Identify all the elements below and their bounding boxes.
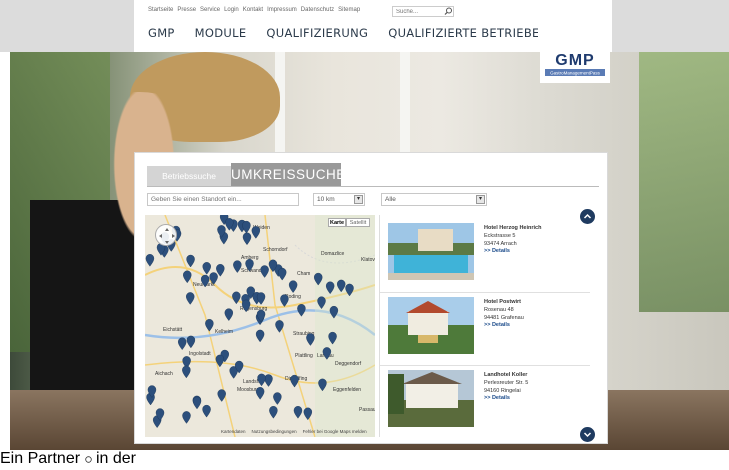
divider (380, 365, 590, 366)
pan-arrows-icon (159, 228, 175, 244)
map-city-label: Aichach (155, 371, 173, 377)
search-panel: Betriebssuche UMKREISSUCHE 10 km ▾ Alle … (134, 152, 608, 444)
map-type-karte[interactable]: Karte (328, 218, 346, 227)
details-link[interactable]: >> Details (484, 248, 541, 256)
logo-box (538, 0, 612, 52)
meta-nav-service[interactable]: Service (200, 7, 220, 13)
nav-gmp[interactable]: GMP (148, 26, 175, 40)
map-city-label: Deggendorf (335, 361, 362, 367)
top-left-strip (0, 0, 134, 52)
radius-select-value: 10 km (317, 196, 335, 203)
hotel-name[interactable]: Hotel Postwirt (484, 299, 524, 307)
hotel-name[interactable]: Hotel Herzog Heinrich (484, 225, 541, 233)
tab-umkreissuche[interactable]: UMKREISSUCHE (231, 163, 345, 186)
hotel-city: 94160 Ringelai (484, 387, 521, 394)
window-right (639, 52, 729, 312)
hotel-info: Landhotel Koller Perlesreuter Str. 5 941… (484, 372, 528, 403)
map-city-label: Eichstätt (163, 327, 183, 333)
meta-nav-kontakt[interactable]: Kontakt (243, 7, 263, 13)
search-icon[interactable] (443, 6, 454, 17)
category-select[interactable]: Alle ▾ (381, 193, 487, 206)
map-footer-nutzung[interactable]: Nutzungsbedingungen (252, 429, 297, 434)
nav-qualifizierte-betriebe[interactable]: QUALIFIZIERTE BETRIEBE (388, 26, 539, 40)
main-nav: GMP MODULE QUALIFIZIERUNG QUALIFIZIERTE … (148, 26, 540, 40)
meta-nav: Startseite Presse Service Login Kontakt … (148, 7, 360, 13)
details-link[interactable]: >> Details (484, 395, 528, 403)
map-footer: Kartendaten Nutzungsbedingungen Fehler b… (221, 429, 367, 434)
hotel-info: Hotel Herzog Heinrich Eckstrasse 5 93474… (484, 225, 541, 256)
map-canvas[interactable]: WeidenSchwandorfAmbergNeumarktRodingCham… (145, 215, 375, 437)
map-city-label: Plattling (295, 353, 313, 359)
map-city-label: Klatovy (361, 257, 375, 263)
scroll-down-button[interactable] (580, 427, 595, 442)
chevron-up-icon (583, 213, 592, 219)
meta-nav-datenschutz[interactable]: Datenschutz (301, 7, 334, 13)
top-right-strip (612, 0, 729, 52)
chevron-down-icon: ▾ (354, 195, 363, 204)
footer-partner: Ein Partner in der (0, 450, 729, 470)
list-item[interactable]: Hotel Postwirt Rosenau 48 94481 Grafenau… (388, 297, 588, 361)
location-input[interactable] (147, 193, 299, 206)
tab-divider (147, 186, 599, 187)
meta-nav-impressum[interactable]: Impressum (267, 7, 297, 13)
hotel-street: Eckstrasse 5 (484, 232, 516, 239)
svg-text:GMP: GMP (555, 52, 594, 69)
gmp-logo[interactable]: GMP GastroManagementPass (540, 48, 610, 83)
tab-betriebssuche[interactable]: Betriebssuche (147, 166, 231, 186)
map-city-label: Kelheim (215, 329, 233, 335)
details-link[interactable]: >> Details (484, 322, 524, 330)
category-select-value: Alle (385, 196, 396, 203)
page: Startseite Presse Service Login Kontakt … (0, 0, 729, 470)
map-footer-fehler[interactable]: Fehler bei Google Maps melden (303, 429, 367, 434)
map-city-label: Domazlice (321, 251, 345, 257)
footer-link-partner[interactable]: Ein Partner (0, 450, 80, 467)
chevron-down-icon: ▾ (476, 195, 485, 204)
meta-nav-sitemap[interactable]: Sitemap (338, 7, 360, 13)
map-city-label: Eggenfelden (333, 387, 361, 393)
footer-link-in-der[interactable]: in der (96, 450, 136, 467)
nav-qualifizierung[interactable]: QUALIFIZIERUNG (266, 26, 368, 40)
svg-text:GastroManagementPass: GastroManagementPass (550, 71, 601, 76)
hotel-list: Hotel Herzog Heinrich Eckstrasse 5 93474… (379, 209, 603, 442)
partner-icon (84, 456, 92, 463)
radius-select[interactable]: 10 km ▾ (313, 193, 365, 206)
hotel-city: 94481 Grafenau (484, 314, 524, 321)
map-city-label: Passau (359, 407, 375, 413)
hotel-info: Hotel Postwirt Rosenau 48 94481 Grafenau… (484, 299, 524, 330)
nav-module[interactable]: MODULE (195, 26, 247, 40)
list-item[interactable]: Hotel Herzog Heinrich Eckstrasse 5 93474… (388, 223, 588, 287)
map-type-satellit[interactable]: Satellit (346, 218, 370, 227)
hotel-street: Rosenau 48 (484, 306, 514, 313)
map-city-label: Schorndorf (263, 247, 288, 253)
map-city-label: Ingolstadt (189, 351, 211, 357)
meta-nav-startseite[interactable]: Startseite (148, 7, 173, 13)
map-city-label: Cham (297, 271, 310, 277)
meta-nav-login[interactable]: Login (224, 7, 239, 13)
hotel-street: Perlesreuter Str. 5 (484, 379, 529, 386)
map-pan-control[interactable] (155, 224, 177, 246)
hotel-photo[interactable] (388, 223, 474, 280)
meta-nav-presse[interactable]: Presse (177, 7, 196, 13)
divider (380, 292, 590, 293)
tab-bar: Betriebssuche UMKREISSUCHE (147, 163, 345, 186)
list-item[interactable]: Landhotel Koller Perlesreuter Str. 5 941… (388, 370, 588, 434)
chevron-down-icon (583, 432, 592, 438)
hotel-photo[interactable] (388, 297, 474, 354)
scroll-up-button[interactable] (580, 209, 595, 224)
map-footer-kartendaten[interactable]: Kartendaten (221, 429, 246, 434)
map[interactable]: WeidenSchwandorfAmbergNeumarktRodingCham… (145, 215, 375, 437)
hotel-city: 93474 Arrach (484, 240, 517, 247)
hotel-name[interactable]: Landhotel Koller (484, 372, 528, 380)
hotel-photo[interactable] (388, 370, 474, 427)
